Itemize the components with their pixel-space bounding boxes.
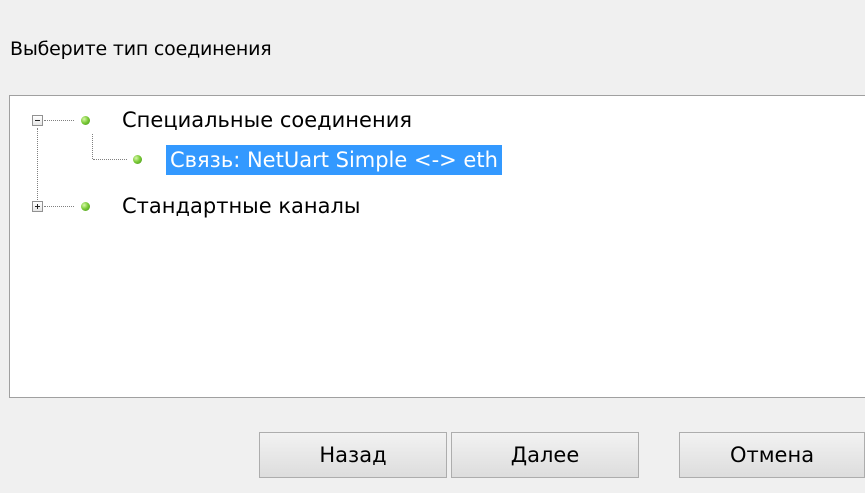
back-button[interactable]: Назад (259, 432, 447, 478)
green-bullet-icon (81, 202, 90, 211)
green-bullet-icon (81, 116, 90, 125)
tree-connector-line (44, 120, 74, 121)
connection-type-dialog: Выберите тип соединения Специальные соед… (0, 0, 865, 493)
cancel-button[interactable]: Отмена (679, 432, 865, 478)
tree-connector-line (93, 159, 127, 160)
collapse-icon[interactable] (32, 115, 43, 126)
tree-connector-line (44, 206, 74, 207)
tree-node-special[interactable]: Специальные соединения (10, 104, 610, 136)
tree-node-standard[interactable]: Стандартные каналы (10, 190, 610, 222)
tree-node-label-selected[interactable]: Связь: NetUart Simple <-> eth (166, 145, 502, 175)
green-bullet-icon (133, 155, 142, 164)
tree-node-label[interactable]: Специальные соединения (118, 105, 416, 135)
prompt-label: Выберите тип соединения (10, 38, 272, 60)
expand-icon[interactable] (32, 201, 43, 212)
tree-node-label[interactable]: Стандартные каналы (118, 191, 365, 221)
next-button[interactable]: Далее (451, 432, 639, 478)
connection-tree[interactable]: Специальные соединения Связь: NetUart Si… (9, 95, 865, 398)
tree-node-netuart[interactable]: Связь: NetUart Simple <-> eth (10, 144, 710, 176)
